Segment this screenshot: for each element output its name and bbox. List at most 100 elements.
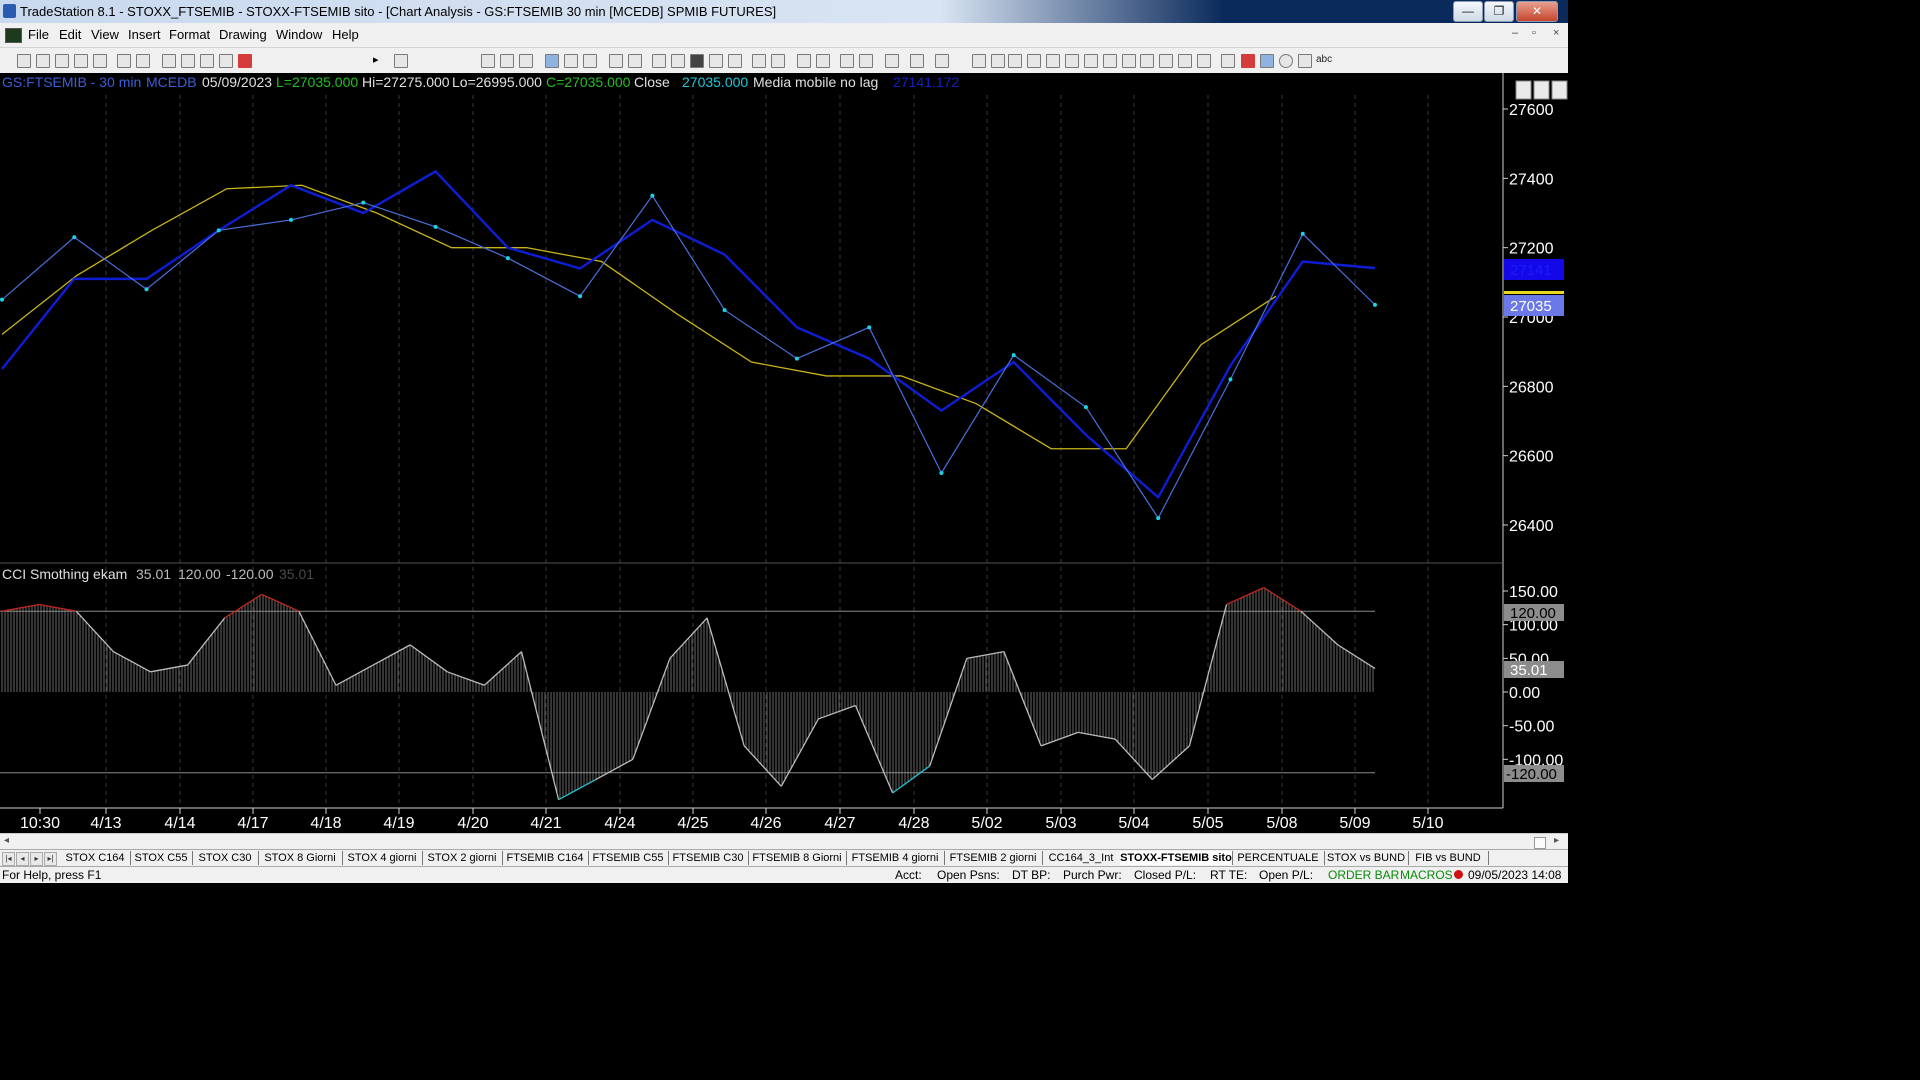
tab-cc164-3-int[interactable]: CC164_3_Int [1042, 851, 1121, 865]
tab-stox-c55[interactable]: STOX C55 [130, 851, 193, 865]
arrow-down-icon[interactable] [1241, 54, 1255, 68]
tab-stoxx-ftsemib-sito[interactable]: STOXX-FTSEMIB sito [1120, 851, 1233, 865]
tab-stox-c164[interactable]: STOX C164 [60, 851, 131, 865]
chart-analysis-window[interactable]: GS:FTSEMIB - 30 min MCEDB 05/09/2023 L=2… [0, 73, 1568, 833]
paint-icon[interactable] [219, 54, 233, 68]
chart-tool-b-icon[interactable] [671, 54, 685, 68]
tab-ftsemib-c55[interactable]: FTSEMIB C55 [588, 851, 669, 865]
expand-bars-icon[interactable] [752, 54, 766, 68]
pointer-icon[interactable] [840, 54, 854, 68]
arc-tool-icon[interactable] [1178, 54, 1192, 68]
next-tab-icon[interactable]: ▸ [30, 852, 43, 866]
new-file-icon[interactable] [17, 54, 31, 68]
print-preview-icon[interactable] [935, 54, 949, 68]
tab-ftsemib-c164[interactable]: FTSEMIB C164 [502, 851, 589, 865]
format-symbol-icon[interactable] [583, 54, 597, 68]
snap-icon[interactable] [859, 54, 873, 68]
menu-view[interactable]: View [91, 27, 119, 42]
menu-insert[interactable]: Insert [128, 27, 161, 42]
tab-ftsemib-4-giorni[interactable]: FTSEMIB 4 giorni [846, 851, 945, 865]
mdi-restore-button[interactable]: ▫ [1532, 27, 1536, 39]
open-folder-icon[interactable] [36, 54, 50, 68]
close-button[interactable]: ✕ [1516, 1, 1558, 22]
menu-window[interactable]: Window [276, 27, 322, 42]
tab-stox-vs-bund[interactable]: STOX vs BUND [1324, 851, 1409, 865]
menu-drawing[interactable]: Drawing [219, 27, 267, 42]
open-workspace-icon[interactable] [55, 54, 69, 68]
save-icon[interactable] [117, 54, 131, 68]
insert-indicator-icon[interactable] [545, 54, 559, 68]
tab-percentuale[interactable]: PERCENTUALE [1232, 851, 1325, 865]
chart-document-icon[interactable] [5, 28, 22, 43]
menu-format[interactable]: Format [169, 27, 210, 42]
chart-svg[interactable]: GS:FTSEMIB - 30 min MCEDB 05/09/2023 L=2… [0, 73, 1568, 833]
lock-icon[interactable] [200, 54, 214, 68]
restore-button[interactable]: ❐ [1484, 1, 1514, 22]
curve-tool-icon[interactable] [1221, 54, 1235, 68]
regression-icon[interactable] [1122, 54, 1136, 68]
macros-button[interactable]: MACROS [1400, 868, 1453, 882]
window-list-icon[interactable] [162, 54, 176, 68]
scroll-right-arrow-icon[interactable]: ▸ [1554, 835, 1559, 846]
menu-file[interactable]: File [28, 27, 49, 42]
tab-fib-vs-bund[interactable]: FIB vs BUND [1408, 851, 1489, 865]
tab-ftsemib-8-giorni[interactable]: FTSEMIB 8 Giorni [748, 851, 847, 865]
arrow-tool-icon[interactable] [1140, 54, 1154, 68]
mdi-minimize-button[interactable]: – [1512, 27, 1518, 39]
arrow-up-icon[interactable] [1260, 54, 1274, 68]
tab-ftsemib-c30[interactable]: FTSEMIB C30 [668, 851, 749, 865]
menu-help[interactable]: Help [332, 27, 359, 42]
ellipse-icon[interactable] [1279, 54, 1293, 68]
pen-tool-icon[interactable] [1197, 54, 1211, 68]
fibonacci-icon[interactable] [1046, 54, 1060, 68]
trendline-icon[interactable] [972, 54, 986, 68]
print-icon[interactable] [136, 54, 150, 68]
chart-tool-d-icon[interactable] [709, 54, 723, 68]
horizontal-scrollbar[interactable]: ◂ ▸ [0, 833, 1568, 850]
channel-icon[interactable] [1027, 54, 1041, 68]
data-window-icon[interactable] [609, 54, 623, 68]
menu-edit[interactable]: Edit [59, 27, 81, 42]
scroll-left-arrow-icon[interactable]: ◂ [4, 835, 9, 846]
chart-tool-c-icon[interactable] [690, 54, 704, 68]
chart-tool-e-icon[interactable] [728, 54, 742, 68]
tile-windows-icon[interactable] [181, 54, 195, 68]
rectangle-icon[interactable] [1298, 54, 1312, 68]
new-workspace-icon[interactable] [74, 54, 88, 68]
chart-minimize-button[interactable] [1515, 80, 1532, 100]
close-workspace-icon[interactable] [93, 54, 107, 68]
bar-chart-type-icon[interactable] [481, 54, 495, 68]
alert-icon[interactable] [910, 54, 924, 68]
mdi-close-button[interactable]: × [1553, 27, 1559, 39]
tab-ftsemib-2-giorni[interactable]: FTSEMIB 2 giorni [944, 851, 1043, 865]
chart-tool-a-icon[interactable] [652, 54, 666, 68]
speed-lines-icon[interactable] [1084, 54, 1098, 68]
candle-chart-type-icon[interactable] [519, 54, 533, 68]
last-tab-icon[interactable]: ▸| [44, 852, 57, 866]
order-bar-button[interactable]: ORDER BAR [1328, 868, 1399, 882]
tab-stox-8-giorni[interactable]: STOX 8 Giorni [258, 851, 343, 865]
first-tab-icon[interactable]: |◂ [2, 852, 15, 866]
format-window-icon[interactable] [628, 54, 642, 68]
compress-bars-icon[interactable] [771, 54, 785, 68]
tab-stox-2-giorni[interactable]: STOX 2 giorni [422, 851, 503, 865]
vertical-lines-icon[interactable] [991, 54, 1005, 68]
andrews-pitchfork-icon[interactable] [1159, 54, 1173, 68]
chart-close-button[interactable] [1551, 80, 1568, 100]
chart-restore-button[interactable] [1533, 80, 1550, 100]
zoom-out-icon[interactable] [816, 54, 830, 68]
gann-fan-icon[interactable] [1065, 54, 1079, 68]
horizontal-lines-icon[interactable] [1008, 54, 1022, 68]
play-arrow-icon[interactable]: ▸ [373, 53, 379, 66]
insert-strategy-icon[interactable] [564, 54, 578, 68]
line-chart-type-icon[interactable] [500, 54, 514, 68]
record-icon[interactable] [238, 54, 252, 68]
text-tool-icon[interactable]: abc [1316, 54, 1332, 65]
search-symbol-icon[interactable] [394, 54, 408, 68]
tools-icon[interactable] [885, 54, 899, 68]
tab-stox-4-giorni[interactable]: STOX 4 giorni [342, 851, 423, 865]
scroll-thumb[interactable] [1534, 837, 1546, 849]
tab-stox-c30[interactable]: STOX C30 [192, 851, 259, 865]
time-zones-icon[interactable] [1103, 54, 1117, 68]
prev-tab-icon[interactable]: ◂ [16, 852, 29, 866]
